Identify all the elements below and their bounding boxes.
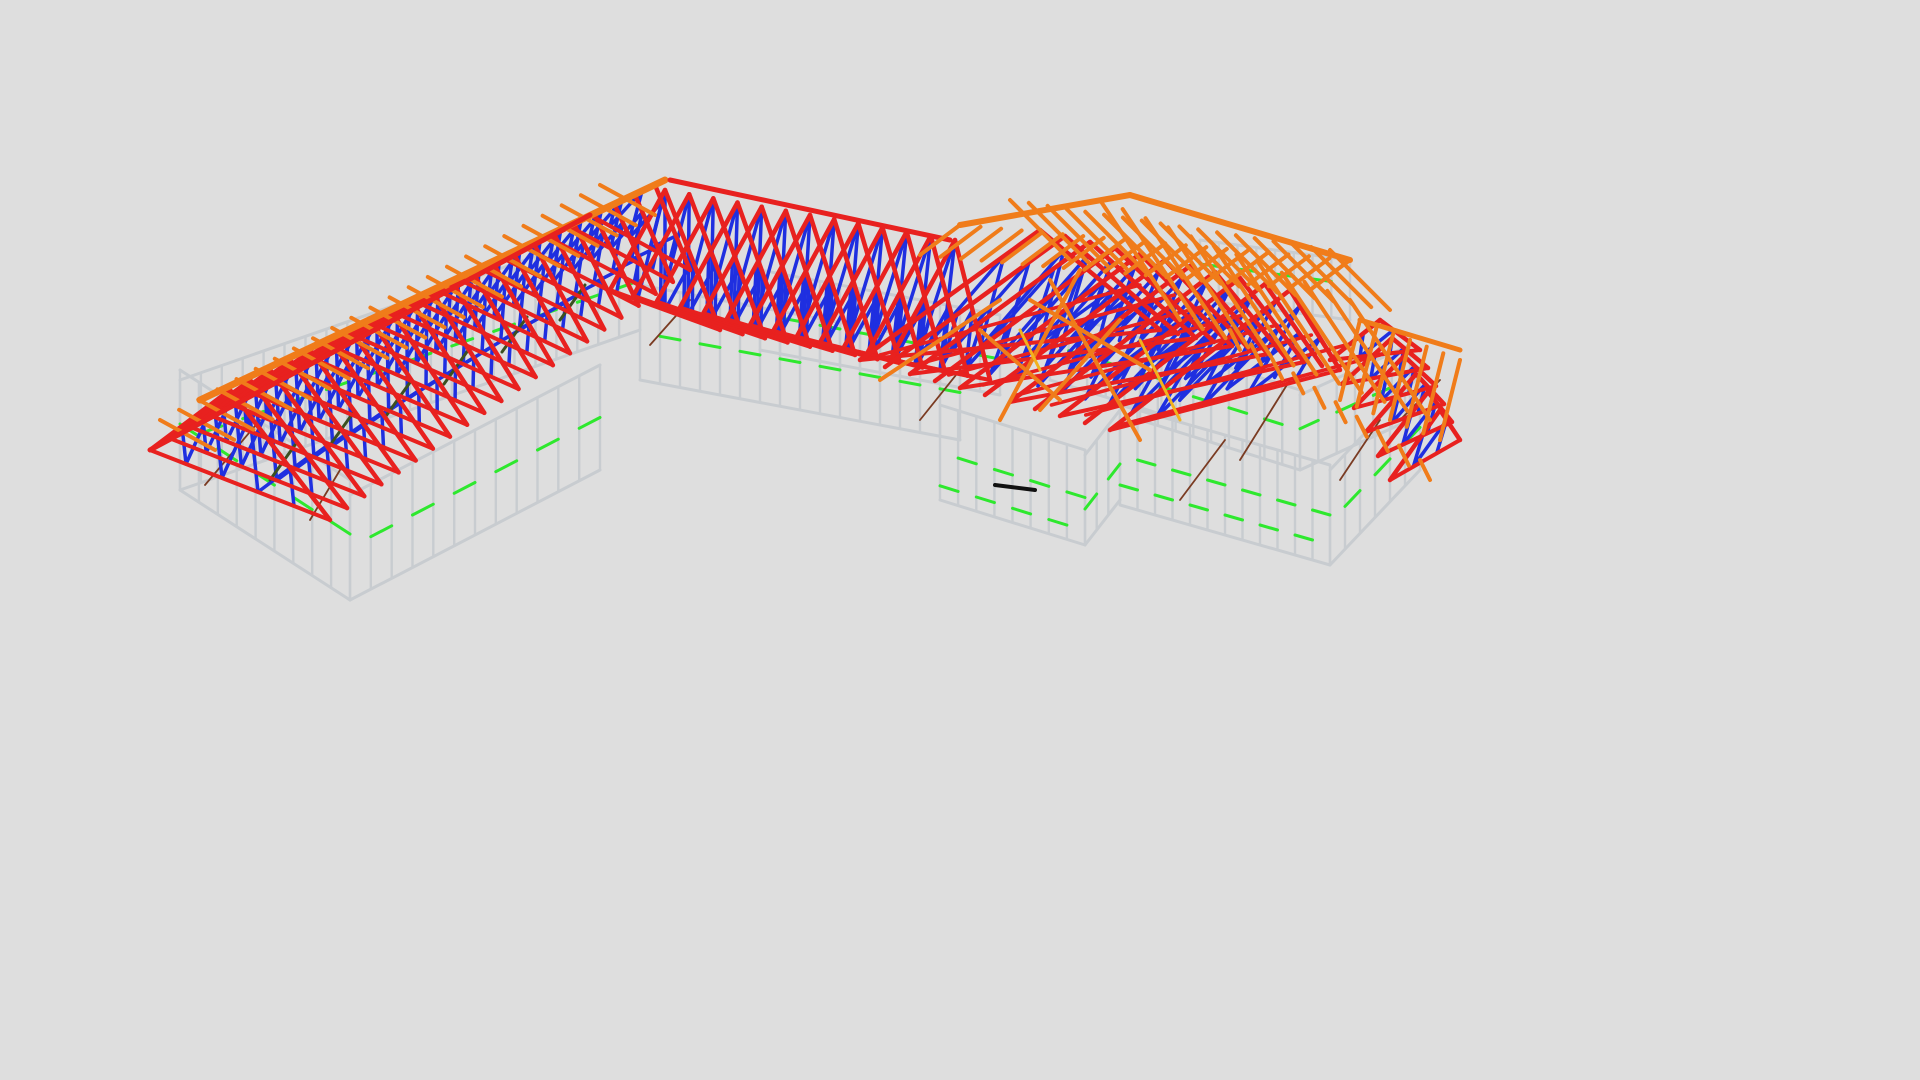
- wall-noggin: [577, 416, 602, 430]
- wall-noggin: [778, 357, 802, 364]
- truss-web: [542, 311, 550, 344]
- wall-noggin: [329, 520, 352, 536]
- steel-frame-model[interactable]: [0, 0, 1920, 1080]
- truss-web: [385, 342, 391, 413]
- wall-noggin: [698, 342, 722, 349]
- wall-noggin: [1298, 418, 1320, 431]
- wall-noggin: [738, 349, 762, 357]
- wall-noggin: [494, 459, 519, 474]
- wall-noggin: [1276, 498, 1297, 507]
- wall-noggin: [818, 364, 842, 372]
- wall-noggin: [1241, 488, 1262, 497]
- wall-noggin: [1262, 417, 1284, 426]
- wall-noggin: [369, 524, 394, 539]
- lintel-member: [993, 483, 1037, 492]
- truss-web: [442, 312, 448, 378]
- bottom-plate: [1138, 418, 1302, 472]
- wall-noggin: [1118, 483, 1139, 492]
- wall-noggin: [1188, 503, 1209, 512]
- wall-noggin: [1223, 513, 1244, 522]
- wall-noggin: [452, 481, 477, 495]
- wall-noggin: [658, 334, 682, 342]
- wall-noggin: [1083, 492, 1099, 511]
- wall-noggin: [956, 456, 978, 466]
- wall-noggin: [938, 484, 960, 493]
- wall-noggin: [411, 502, 435, 517]
- wall-noggin: [1136, 458, 1157, 467]
- wall-noggin: [1343, 489, 1362, 508]
- wall-noggin: [1106, 462, 1122, 481]
- wall-noggin: [992, 467, 1014, 477]
- wall-noggin: [898, 379, 922, 387]
- wall-noggin: [1047, 518, 1069, 527]
- wall-noggin: [536, 437, 560, 452]
- wall-noggin: [1293, 533, 1314, 542]
- truss-web: [480, 291, 488, 355]
- truss-web: [498, 281, 507, 343]
- truss-web: [525, 322, 531, 355]
- wall-noggin: [1258, 523, 1279, 532]
- wall-noggin: [858, 372, 882, 379]
- truss-web: [471, 355, 476, 391]
- rafter: [1354, 414, 1369, 439]
- wall-noggin: [974, 495, 996, 505]
- 3d-viewport[interactable]: [0, 0, 1920, 1080]
- wall-noggin: [1227, 406, 1249, 415]
- wall-noggin: [1153, 493, 1174, 502]
- wall-noggin: [1171, 468, 1192, 477]
- brace-strap: [1179, 439, 1226, 501]
- wall-noggin: [1206, 478, 1227, 487]
- wall-noggin: [1373, 457, 1392, 477]
- rafter: [959, 226, 1004, 261]
- wall-noggin: [1065, 490, 1087, 499]
- truss-web: [424, 322, 429, 390]
- wall-noggin: [1011, 506, 1033, 516]
- bottom-plate: [1083, 498, 1122, 547]
- truss-web: [416, 388, 422, 426]
- bottom-plate: [178, 488, 352, 602]
- wall-noggin: [1029, 479, 1051, 488]
- truss-web: [489, 344, 494, 379]
- wall-noggin: [1311, 508, 1332, 517]
